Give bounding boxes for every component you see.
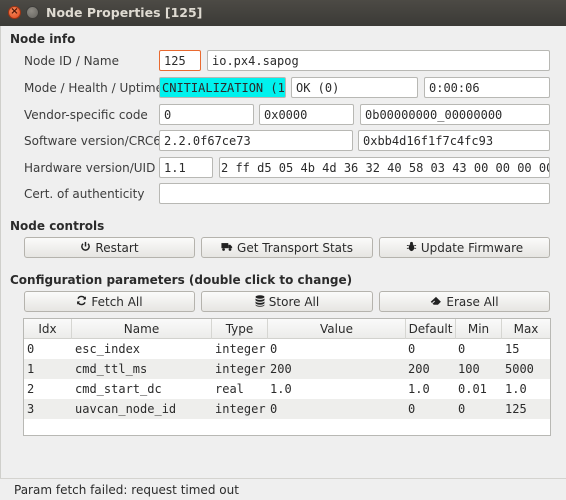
hardware-version-label: Hardware version/UID xyxy=(24,161,156,175)
update-firmware-label: Update Firmware xyxy=(420,240,524,255)
cert-authenticity-label: Cert. of authenticity xyxy=(24,187,145,201)
truck-icon xyxy=(221,241,233,254)
get-transport-stats-label: Get Transport Stats xyxy=(237,240,353,255)
vendor-code-bin-field[interactable]: 0b00000000_00000000 xyxy=(360,104,550,125)
cell-max: 15 xyxy=(505,342,520,356)
cell-value: 0 xyxy=(270,342,278,356)
window-border xyxy=(0,26,1,500)
store-all-button[interactable]: Store All xyxy=(201,291,373,312)
table-header: Idx Name Type Value Default Min Max xyxy=(24,319,550,339)
config-params-title: Configuration parameters (double click t… xyxy=(10,273,353,287)
hardware-version-field[interactable]: 1.1 xyxy=(159,157,213,178)
hardware-uid-field[interactable]: 2 ff d5 05 4b 4d 36 32 40 58 03 43 00 00… xyxy=(219,157,550,178)
database-icon xyxy=(255,294,265,309)
cell-default: 200 xyxy=(408,362,430,376)
cell-value: 1.0 xyxy=(270,382,292,396)
restart-button[interactable]: Restart xyxy=(24,237,195,258)
node-id-field[interactable]: 125 xyxy=(159,50,201,71)
software-version-field[interactable]: 2.2.0f67ce73 xyxy=(159,130,353,151)
fetch-all-button[interactable]: Fetch All xyxy=(24,291,195,312)
vendor-code-label: Vendor-specific code xyxy=(24,108,148,122)
power-icon xyxy=(80,241,91,254)
update-firmware-button[interactable]: Update Firmware xyxy=(379,237,550,258)
cert-authenticity-field[interactable] xyxy=(159,183,550,204)
erase-all-button[interactable]: Erase All xyxy=(379,291,550,312)
eraser-icon xyxy=(430,296,442,308)
config-params-table[interactable]: Idx Name Type Value Default Min Max 0 es… xyxy=(23,318,551,436)
erase-all-label: Erase All xyxy=(446,294,499,309)
column-header-name[interactable]: Name xyxy=(72,319,212,339)
fetch-all-label: Fetch All xyxy=(91,294,143,309)
vendor-code-hex-field[interactable]: 0x0000 xyxy=(259,104,354,125)
column-header-default[interactable]: Default xyxy=(406,319,456,339)
cell-idx: 1 xyxy=(27,362,35,376)
close-icon: × xyxy=(10,6,19,17)
status-bar: Param fetch failed: request timed out xyxy=(0,478,566,500)
cell-min: 0 xyxy=(458,402,466,416)
software-version-label: Software version/CRC64 xyxy=(24,134,169,148)
table-row[interactable]: 0 esc_index integer 0 0 0 15 xyxy=(24,339,550,359)
cell-max: 125 xyxy=(505,402,527,416)
cell-idx: 0 xyxy=(27,342,35,356)
node-id-label: Node ID / Name xyxy=(24,54,119,68)
table-row[interactable]: 2 cmd_start_dc real 1.0 1.0 0.01 1.0 xyxy=(24,379,550,399)
close-button[interactable]: × xyxy=(8,6,21,19)
title-bar: × Node Properties [125] xyxy=(0,0,566,26)
column-header-value[interactable]: Value xyxy=(268,319,406,339)
window-title: Node Properties [125] xyxy=(46,5,203,20)
column-header-idx[interactable]: Idx xyxy=(24,319,72,339)
cell-default: 1.0 xyxy=(408,382,430,396)
column-header-min[interactable]: Min xyxy=(456,319,502,339)
refresh-icon xyxy=(76,295,87,308)
cell-name: cmd_start_dc xyxy=(75,382,162,396)
cell-idx: 3 xyxy=(27,402,35,416)
column-header-max[interactable]: Max xyxy=(502,319,550,339)
cell-min: 0.01 xyxy=(458,382,487,396)
cell-type: integer xyxy=(215,362,266,376)
cell-type: real xyxy=(215,382,244,396)
mode-health-uptime-label: Mode / Health / Uptime xyxy=(24,81,163,95)
cell-default: 0 xyxy=(408,402,416,416)
maximize-button[interactable] xyxy=(26,6,39,19)
cell-type: integer xyxy=(215,342,266,356)
store-all-label: Store All xyxy=(268,294,320,309)
uptime-field[interactable]: 0:00:06 xyxy=(424,77,550,98)
software-crc-field[interactable]: 0xbb4d16f1f7c4fc93 xyxy=(358,130,550,151)
node-name-field[interactable]: io.px4.sapog xyxy=(207,50,550,71)
cell-name: uavcan_node_id xyxy=(75,402,177,416)
table-row[interactable]: 3 uavcan_node_id integer 0 0 0 125 xyxy=(24,399,550,419)
mode-field[interactable]: CNITIALIZATION (1) xyxy=(159,77,286,98)
cell-max: 1.0 xyxy=(505,382,527,396)
status-message: Param fetch failed: request timed out xyxy=(14,483,239,497)
cell-value: 0 xyxy=(270,402,278,416)
vendor-code-dec-field[interactable]: 0 xyxy=(159,104,254,125)
cell-min: 0 xyxy=(458,342,466,356)
node-controls-title: Node controls xyxy=(10,219,105,233)
cell-value: 200 xyxy=(270,362,292,376)
cell-min: 100 xyxy=(458,362,480,376)
get-transport-stats-button[interactable]: Get Transport Stats xyxy=(201,237,373,258)
cell-type: integer xyxy=(215,402,266,416)
cell-name: cmd_ttl_ms xyxy=(75,362,148,376)
restart-label: Restart xyxy=(95,240,139,255)
health-field[interactable]: OK (0) xyxy=(291,77,418,98)
cell-max: 5000 xyxy=(505,362,534,376)
cell-default: 0 xyxy=(408,342,416,356)
node-info-title: Node info xyxy=(10,32,76,46)
table-row[interactable]: 1 cmd_ttl_ms integer 200 200 100 5000 xyxy=(24,359,550,379)
bug-icon xyxy=(406,241,417,254)
cell-name: esc_index xyxy=(75,342,141,356)
cell-idx: 2 xyxy=(27,382,35,396)
column-header-type[interactable]: Type xyxy=(212,319,268,339)
